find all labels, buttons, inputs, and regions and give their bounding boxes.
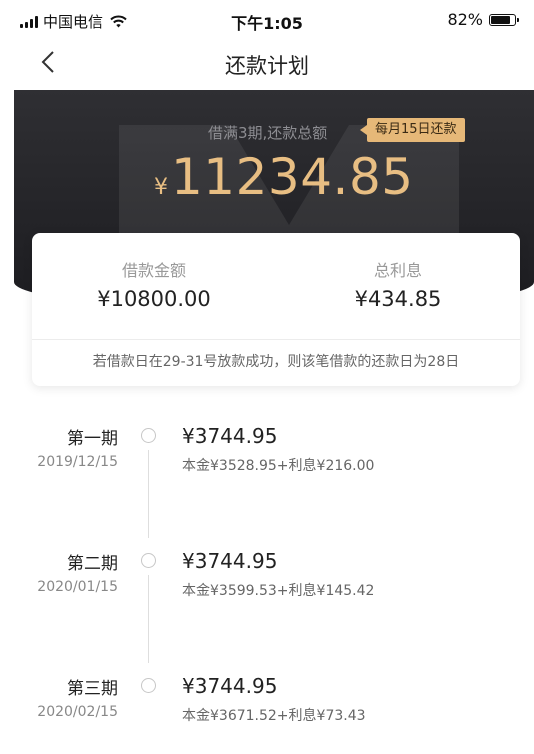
- period-date: 2020/02/15: [37, 704, 118, 720]
- period-name: 第二期: [67, 554, 118, 574]
- loan-summary-card: 借款金额 ¥10800.00 总利息 ¥434.85 若借款日在29-31号放款…: [32, 233, 520, 386]
- interest-value: ¥434.85: [354, 287, 442, 311]
- total-amount-value: 11234.85: [171, 148, 414, 206]
- total-amount: ¥11234.85: [154, 148, 414, 206]
- timeline-dot-icon: [141, 553, 156, 568]
- repayment-note: 若借款日在29-31号放款成功，则该笔借款的还款日为28日: [92, 354, 460, 370]
- period-date: 2019/12/15: [37, 454, 118, 470]
- period-name: 第一期: [67, 429, 118, 449]
- interest-label: 总利息: [373, 261, 422, 280]
- principal-value: ¥10800.00: [97, 287, 211, 311]
- period-item: 第一期 2019/12/15 ¥3744.95 本金¥3528.95+利息¥21…: [0, 424, 534, 550]
- repayment-day-badge: 每月15日还款: [360, 118, 465, 142]
- period-detail: 本金¥3599.53+利息¥145.42: [182, 583, 375, 599]
- card-divider: [32, 339, 520, 340]
- period-amount: ¥3744.95: [182, 424, 278, 448]
- page-title: 还款计划: [225, 54, 309, 78]
- nav-bar: 还款计划: [0, 40, 534, 86]
- timeline-dot-icon: [141, 428, 156, 443]
- timeline-line: [148, 575, 149, 663]
- period-item: 第二期 2020/01/15 ¥3744.95 本金¥3599.53+利息¥14…: [0, 549, 534, 675]
- period-detail: 本金¥3528.95+利息¥216.00: [182, 458, 375, 474]
- currency-symbol: ¥: [154, 175, 168, 200]
- timeline-line: [148, 450, 149, 538]
- period-date: 2020/01/15: [37, 579, 118, 595]
- period-item: 第三期 2020/02/15 ¥3744.95 本金¥3671.52+利息¥73…: [0, 674, 534, 754]
- period-name: 第三期: [67, 679, 118, 699]
- principal-label: 借款金额: [121, 261, 186, 280]
- period-amount: ¥3744.95: [182, 549, 278, 573]
- battery-percent: 82%: [447, 10, 483, 29]
- interest-stat: 总利息 ¥434.85: [276, 257, 520, 311]
- status-right: 82%: [447, 10, 519, 29]
- period-amount: ¥3744.95: [182, 674, 278, 698]
- battery-icon: [489, 13, 519, 26]
- status-bar: 中国电信 下午1:05 82%: [0, 0, 534, 40]
- period-detail: 本金¥3671.52+利息¥73.43: [182, 708, 366, 724]
- timeline-dot-icon: [141, 678, 156, 693]
- principal-stat: 借款金额 ¥10800.00: [32, 257, 276, 311]
- total-caption: 借满3期,还款总额: [208, 124, 328, 142]
